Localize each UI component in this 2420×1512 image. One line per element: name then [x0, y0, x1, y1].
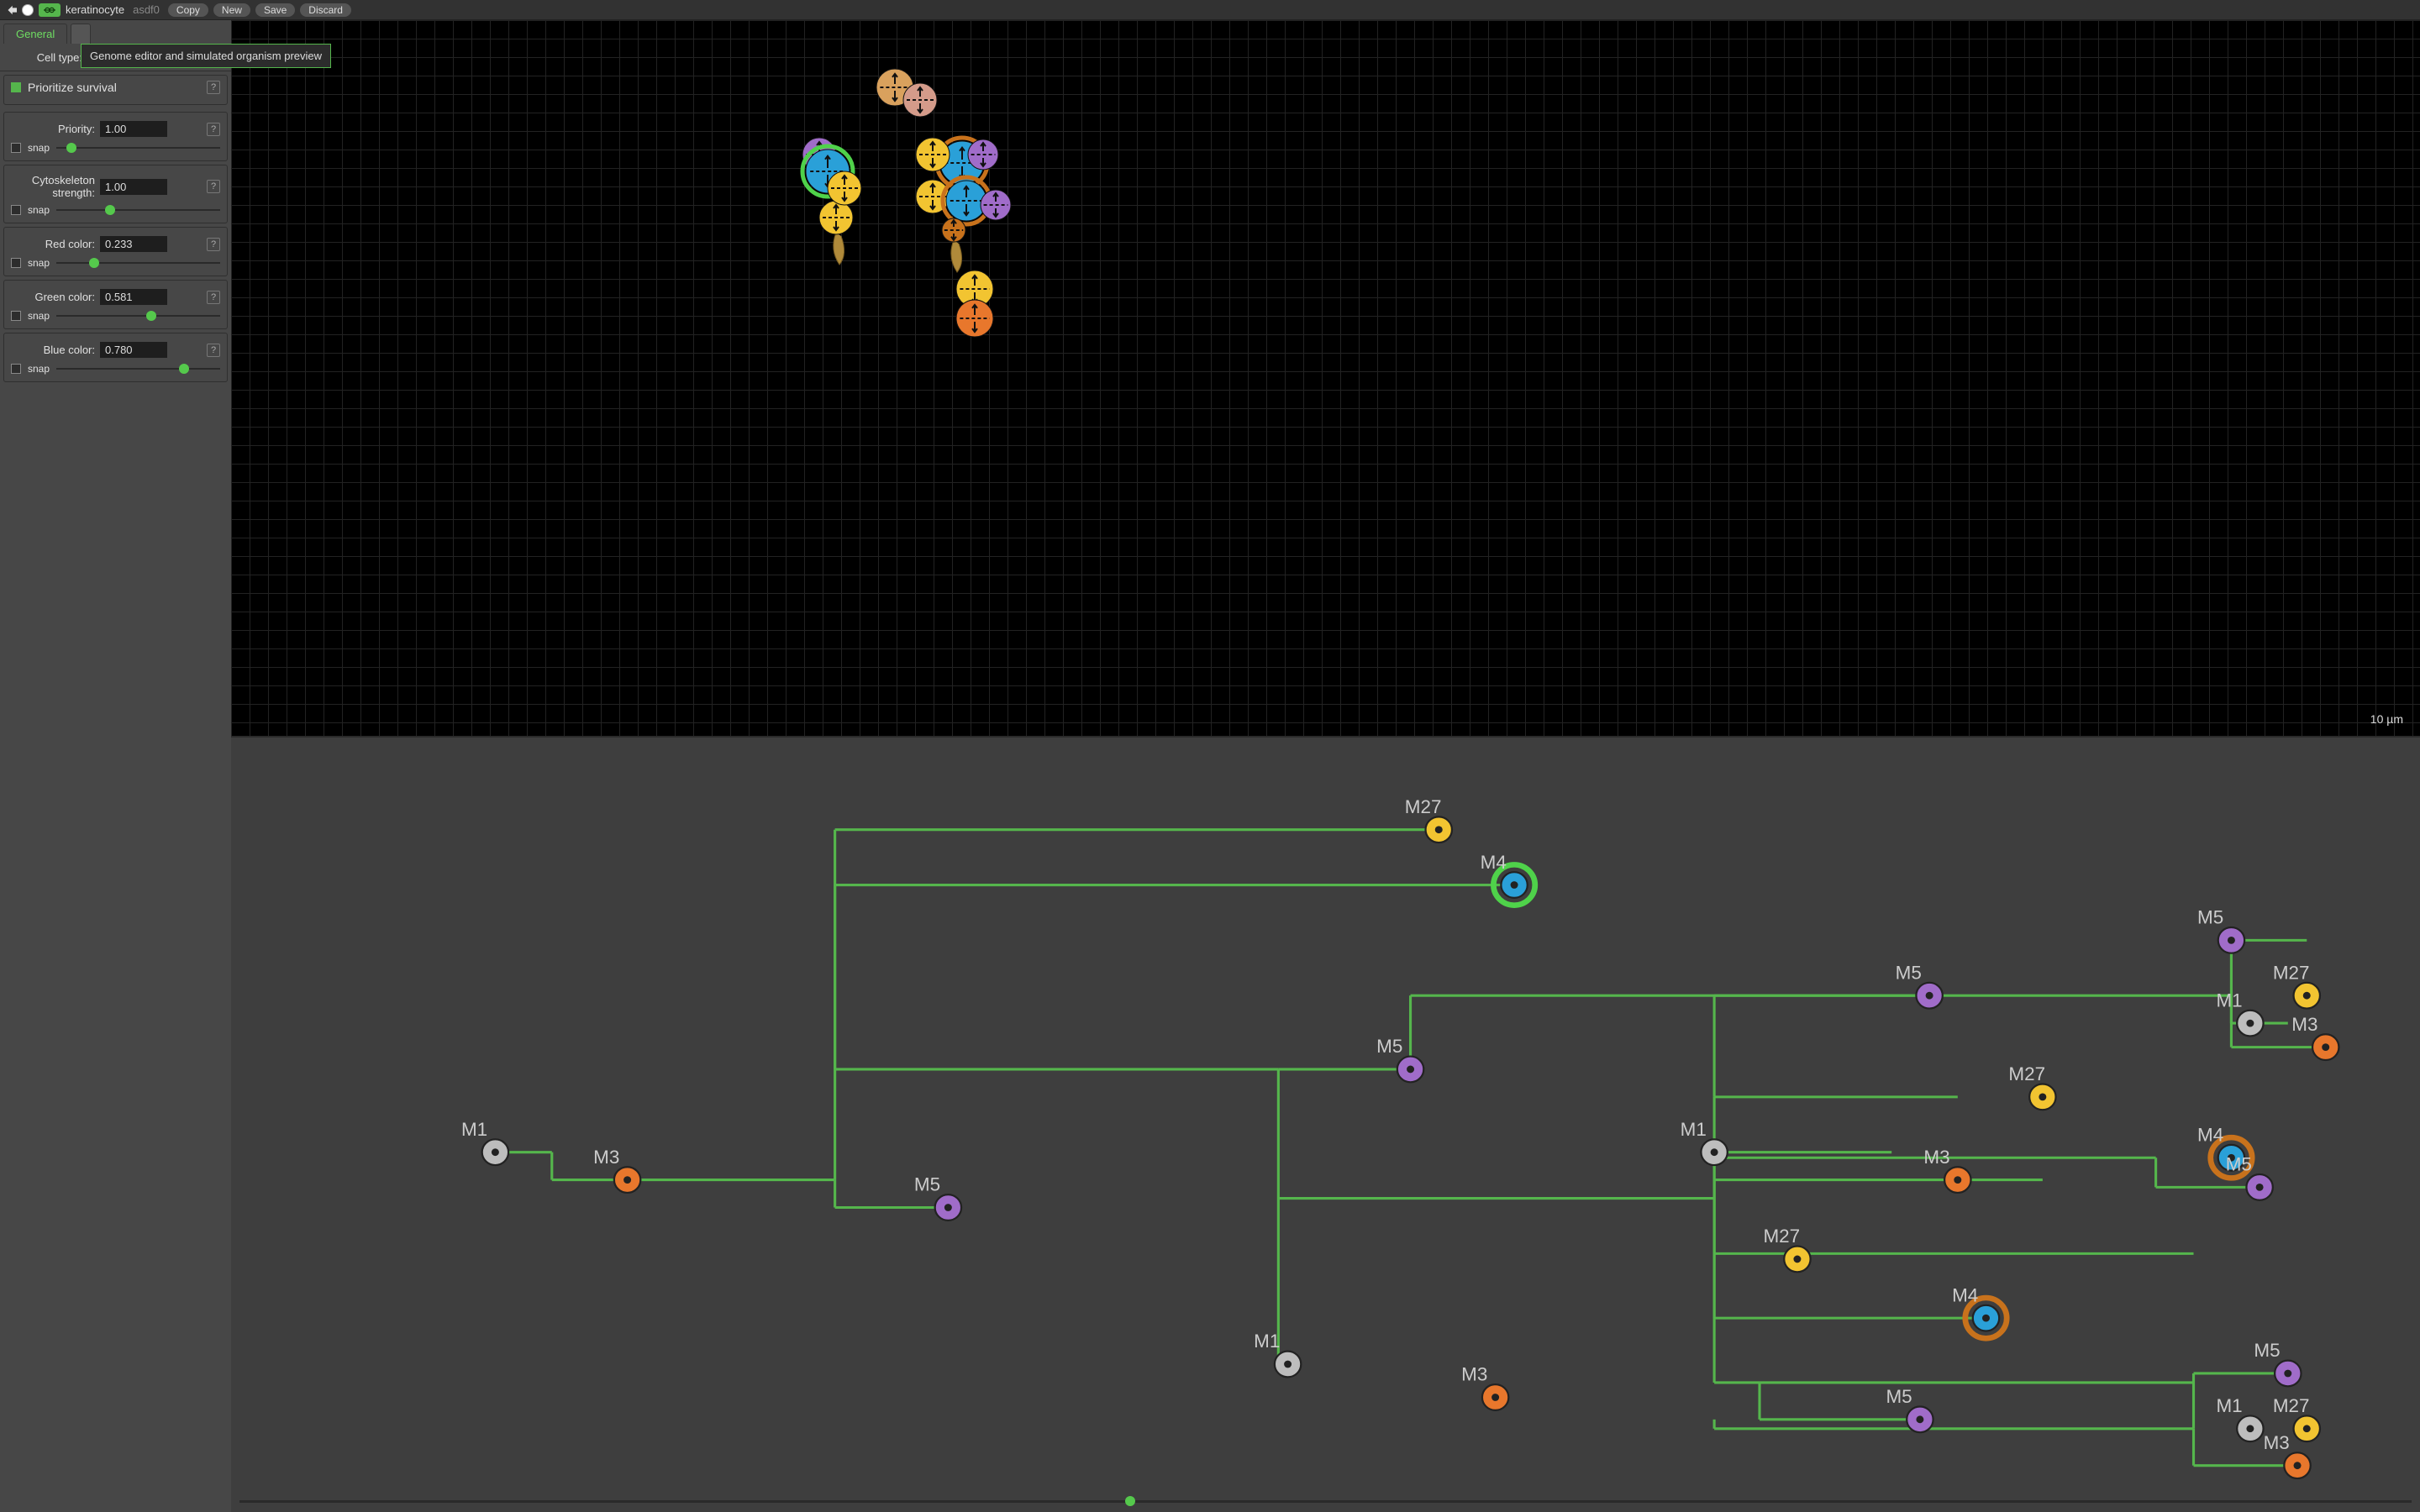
prop-label: Red color: — [11, 238, 95, 250]
cell[interactable] — [895, 75, 945, 125]
tree-node-label: M4 — [2197, 1125, 2223, 1146]
slider-cyto[interactable] — [56, 204, 220, 216]
back-button[interactable] — [5, 3, 17, 17]
tab-general[interactable]: General — [3, 24, 67, 44]
status-indicator — [22, 3, 34, 17]
tree-node-label: M27 — [2008, 1064, 2045, 1085]
help-icon[interactable]: ? — [207, 180, 220, 193]
snap-label: snap — [28, 204, 50, 216]
lineage-tree[interactable]: M27M4M1M3M5M5M1M3M1M27M5M27M3M4M5M5M27M1… — [231, 736, 2420, 1512]
snap-checkbox-cyto[interactable] — [11, 205, 21, 215]
slider-thumb[interactable] — [66, 143, 76, 153]
sidebar: General Genome editor and simulated orga… — [0, 20, 231, 1512]
slider-green[interactable] — [56, 310, 220, 322]
prop-input-priority[interactable] — [100, 121, 167, 137]
tree-node-label: M1 — [461, 1120, 487, 1141]
tree-node-label: M27 — [1764, 1226, 1801, 1247]
cell-type-label: Cell type: — [5, 51, 82, 64]
tree-node-label: M5 — [1896, 963, 1922, 984]
tree-node-label: M3 — [593, 1147, 619, 1168]
prop-input-cyto[interactable] — [100, 179, 167, 195]
tree-node-label: M3 — [2264, 1433, 2290, 1454]
cell[interactable] — [972, 181, 1019, 228]
tab-tooltip: Genome editor and simulated organism pre… — [81, 44, 331, 68]
prop-label: Priority: — [11, 123, 95, 135]
prop-label: Green color: — [11, 291, 95, 303]
tree-node-label: M5 — [1376, 1037, 1402, 1058]
help-icon[interactable]: ? — [207, 123, 220, 136]
tree-node-label: M4 — [1952, 1285, 1978, 1306]
prop-cyto: Cytoskeleton strength:? snap — [3, 165, 228, 223]
organism-preview[interactable]: 10 µm — [231, 20, 2420, 736]
prop-input-green[interactable] — [100, 289, 167, 305]
slider-thumb[interactable] — [146, 311, 156, 321]
snap-label: snap — [28, 363, 50, 375]
help-icon[interactable]: ? — [207, 344, 220, 357]
prioritize-checkbox[interactable] — [11, 82, 21, 92]
snap-label: snap — [28, 310, 50, 322]
snap-checkbox-green[interactable] — [11, 311, 21, 321]
slider-thumb[interactable] — [179, 364, 189, 374]
snap-label: snap — [28, 257, 50, 269]
tab-other[interactable] — [71, 24, 91, 44]
help-icon[interactable]: ? — [207, 291, 220, 304]
tree-node-label: M5 — [1886, 1387, 1912, 1408]
prop-red: Red color:? snap — [3, 227, 228, 276]
scale-label: 10 µm — [2370, 712, 2403, 726]
cell[interactable] — [948, 291, 1002, 345]
prop-input-blue[interactable] — [100, 342, 167, 358]
time-slider-thumb[interactable] — [1125, 1496, 1135, 1506]
slider-priority[interactable] — [56, 142, 220, 154]
snap-checkbox-blue[interactable] — [11, 364, 21, 374]
tree-node-label: M27 — [2273, 1396, 2310, 1417]
time-slider[interactable] — [231, 1494, 2420, 1509]
cells-layer — [231, 20, 2420, 736]
tree-node-label: M27 — [1405, 797, 1442, 818]
tree-node-label: M3 — [1461, 1364, 1487, 1385]
discard-button[interactable]: Discard — [300, 3, 351, 17]
slider-blue[interactable] — [56, 363, 220, 375]
prop-blue: Blue color:? snap — [3, 333, 228, 382]
tree-node-label: M3 — [1923, 1147, 1949, 1168]
sidebar-tabs: General Genome editor and simulated orga… — [0, 20, 231, 44]
prioritize-label: Prioritize survival — [28, 81, 200, 94]
prop-input-red[interactable] — [100, 236, 167, 252]
top-bar: keratinocyte asdf0 Copy New Save Discard — [0, 0, 2420, 20]
right-area: 10 µm M27M4M1M3M5M5M1M3M1M27M5M27M3M4M5M… — [231, 20, 2420, 1512]
cell[interactable] — [960, 131, 1007, 178]
prop-label: Blue color: — [11, 344, 95, 356]
tree-node-label: M1 — [2216, 990, 2242, 1011]
tree-node-label: M27 — [2273, 963, 2310, 984]
tree-node-label: M5 — [914, 1174, 940, 1195]
tree-node-label: M1 — [2216, 1396, 2242, 1417]
prioritize-survival-group: Prioritize survival ? — [3, 75, 228, 105]
tree-node-label: M1 — [1681, 1120, 1707, 1141]
prop-label: Cytoskeleton strength: — [11, 174, 95, 199]
prop-priority: Priority:? snap — [3, 112, 228, 161]
copy-button[interactable]: Copy — [168, 3, 208, 17]
file-hash: asdf0 — [129, 3, 163, 16]
save-button[interactable]: Save — [255, 3, 295, 17]
help-icon[interactable]: ? — [207, 238, 220, 251]
snap-checkbox-priority[interactable] — [11, 143, 21, 153]
snap-label: snap — [28, 142, 50, 154]
slider-thumb[interactable] — [89, 258, 99, 268]
tree-node-label: M5 — [2226, 1154, 2252, 1175]
snap-checkbox-red[interactable] — [11, 258, 21, 268]
new-button[interactable]: New — [213, 3, 250, 17]
help-icon[interactable]: ? — [207, 81, 220, 94]
cell[interactable] — [819, 163, 870, 213]
tree-node-label: M5 — [2254, 1341, 2280, 1362]
tree-node-label: M3 — [2291, 1015, 2317, 1036]
tree-node-label: M1 — [1254, 1331, 1280, 1352]
tree-node-label: M4 — [1481, 852, 1507, 873]
brand-chip-icon[interactable] — [39, 3, 60, 17]
prop-green: Green color:? snap — [3, 280, 228, 329]
tree-node-label: M5 — [2197, 907, 2223, 928]
slider-thumb[interactable] — [105, 205, 115, 215]
tree-svg: M27M4M1M3M5M5M1M3M1M27M5M27M3M4M5M5M27M1… — [231, 738, 2420, 1512]
file-title: keratinocyte — [66, 3, 124, 16]
slider-red[interactable] — [56, 257, 220, 269]
